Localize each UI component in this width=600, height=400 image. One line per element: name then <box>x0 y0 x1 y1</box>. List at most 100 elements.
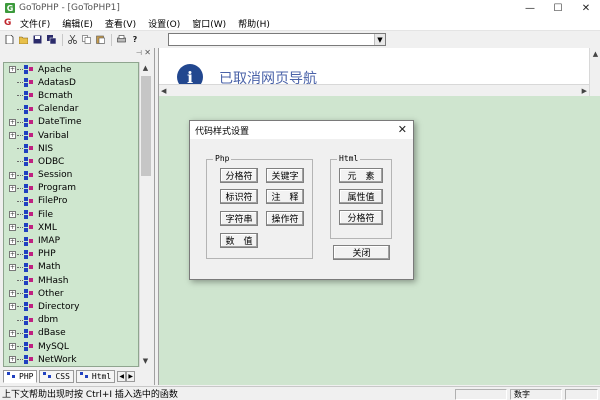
expand-icon[interactable]: + <box>9 356 16 364</box>
function-combo[interactable]: ▼ <box>168 33 386 46</box>
expand-icon[interactable]: + <box>9 184 16 192</box>
tree-item[interactable]: Calendar <box>4 103 138 116</box>
close-window-button[interactable]: ✕ <box>572 0 600 16</box>
tree-item[interactable]: + Directory <box>4 300 138 313</box>
tree-item-label: Other <box>38 288 64 299</box>
scroll-thumb[interactable] <box>141 76 151 176</box>
copy-icon[interactable] <box>80 34 92 46</box>
tree-item[interactable]: ODBC <box>4 155 138 168</box>
tab-scroll-right-icon[interactable]: ▶ <box>126 370 136 382</box>
dialog-close-button[interactable]: ✕ <box>398 123 407 136</box>
dialog-close-action-button[interactable]: 关闭 <box>333 245 390 260</box>
tree-item[interactable]: + Other <box>4 287 138 300</box>
maximize-button[interactable]: ☐ <box>544 0 572 16</box>
tree-connector <box>17 200 23 202</box>
php-comment-button[interactable]: 注 释 <box>266 189 304 204</box>
tab-scroll-left-icon[interactable]: ◀ <box>117 370 127 382</box>
close-icon[interactable]: ✕ <box>144 48 151 57</box>
tree-item[interactable]: dbm <box>4 314 138 327</box>
scroll-left-icon[interactable]: ◀ <box>161 87 166 95</box>
html-attribute-value-button[interactable]: 属性值 <box>339 189 383 204</box>
tree-item[interactable]: + IMAP <box>4 234 138 247</box>
tree-item[interactable]: + Apache <box>4 63 138 76</box>
tree-connector <box>17 82 23 84</box>
expand-icon[interactable]: + <box>9 290 16 298</box>
print-icon[interactable] <box>115 34 127 46</box>
expand-icon[interactable]: + <box>9 237 16 245</box>
tree-item[interactable]: + PHP <box>4 248 138 261</box>
tree-item[interactable]: + MySQL <box>4 340 138 353</box>
tree-item-label: MySQL <box>38 341 69 352</box>
tree-item[interactable]: Bcmath <box>4 89 138 102</box>
php-number-button[interactable]: 数 值 <box>220 233 258 248</box>
expand-icon[interactable]: + <box>9 303 16 311</box>
expand-icon[interactable]: + <box>9 263 16 271</box>
menu-window[interactable]: 窗口(W) <box>192 17 226 30</box>
php-delimiter-button[interactable]: 分格符 <box>220 168 258 183</box>
function-tree[interactable]: + Apache AdatasD Bcmath Calendar + DateTime + Va… <box>3 62 139 367</box>
chevron-down-icon[interactable]: ▼ <box>374 34 385 45</box>
tab-html[interactable]: Html <box>75 369 116 383</box>
pin-icon[interactable]: ⊣ <box>136 49 142 57</box>
help-icon[interactable]: ? <box>129 34 141 46</box>
menu-view[interactable]: 查看(V) <box>105 17 136 30</box>
php-string-button[interactable]: 字符串 <box>220 211 258 226</box>
expand-icon[interactable]: + <box>9 211 16 219</box>
tree-item[interactable]: MHash <box>4 274 138 287</box>
expand-icon[interactable]: + <box>9 132 16 140</box>
function-group-icon <box>24 249 35 259</box>
tree-item-label: DateTime <box>38 117 82 128</box>
scroll-up-icon[interactable]: ▲ <box>590 48 600 60</box>
new-icon[interactable] <box>3 34 15 46</box>
tab-css[interactable]: CSS <box>39 369 74 383</box>
expand-icon[interactable]: + <box>9 224 16 232</box>
menu-file[interactable]: 文件(F) <box>20 17 50 30</box>
html-element-button[interactable]: 元 素 <box>339 168 383 183</box>
tab-label: PHP <box>19 371 34 381</box>
tree-item[interactable]: + Session <box>4 169 138 182</box>
php-keyword-button[interactable]: 关键字 <box>266 168 304 183</box>
minimize-button[interactable]: — <box>516 0 544 16</box>
scroll-down-icon[interactable]: ▼ <box>140 355 151 367</box>
tree-item[interactable]: + Math <box>4 261 138 274</box>
scroll-up-icon[interactable]: ▲ <box>140 62 151 74</box>
tree-scrollbar[interactable]: ▲ ▼ <box>139 62 151 367</box>
tab-label: CSS <box>55 371 70 381</box>
html-delimiter-button[interactable]: 分格符 <box>339 210 383 225</box>
expand-icon[interactable]: + <box>9 343 16 351</box>
expand-icon[interactable]: + <box>9 66 16 74</box>
tree-item[interactable]: + DateTime <box>4 116 138 129</box>
menu-edit[interactable]: 编辑(E) <box>62 17 93 30</box>
browser-hscrollbar[interactable]: ◀ ▶ <box>159 84 589 96</box>
php-operator-button[interactable]: 操作符 <box>266 211 304 226</box>
expand-icon[interactable]: + <box>9 171 16 179</box>
document-icon[interactable]: G <box>4 18 14 28</box>
menu-settings[interactable]: 设置(O) <box>148 17 180 30</box>
expand-icon[interactable]: + <box>9 118 16 126</box>
expand-icon[interactable]: + <box>9 250 16 258</box>
tree-connector <box>17 332 23 334</box>
tree-item[interactable]: + dBase <box>4 327 138 340</box>
scroll-right-icon[interactable]: ▶ <box>582 87 587 95</box>
tree-item[interactable]: + Varibal <box>4 129 138 142</box>
tree-item[interactable]: FilePro <box>4 195 138 208</box>
tree-item[interactable]: NIS <box>4 142 138 155</box>
tree-connector <box>17 280 23 282</box>
toolbar-separator <box>62 33 63 46</box>
tree-item-label: Bcmath <box>38 90 73 101</box>
save-icon[interactable] <box>31 34 43 46</box>
menu-help[interactable]: 帮助(H) <box>238 17 270 30</box>
paste-icon[interactable] <box>94 34 106 46</box>
tree-item[interactable]: + File <box>4 208 138 221</box>
cut-icon[interactable] <box>66 34 78 46</box>
save-all-icon[interactable] <box>45 34 57 46</box>
expand-icon[interactable]: + <box>9 329 16 337</box>
tree-item[interactable]: + Program <box>4 182 138 195</box>
tree-item[interactable]: + XML <box>4 221 138 234</box>
tree-item[interactable]: + NetWork <box>4 353 138 366</box>
php-identifier-button[interactable]: 标识符 <box>220 189 258 204</box>
tab-php[interactable]: PHP <box>3 369 38 383</box>
open-icon[interactable] <box>17 34 29 46</box>
browser-scrollbar[interactable]: ▲ <box>589 48 600 96</box>
tree-item[interactable]: AdatasD <box>4 76 138 89</box>
